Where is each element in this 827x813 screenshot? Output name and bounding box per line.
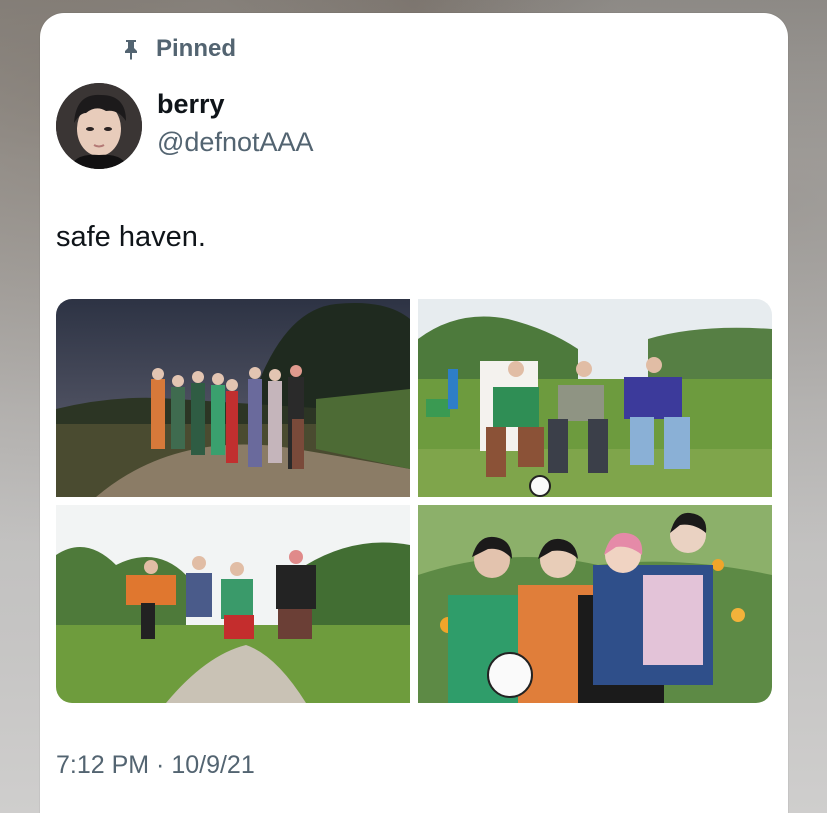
tweet-photo-4[interactable] — [418, 505, 772, 703]
pin-icon — [120, 38, 142, 60]
media-grid — [56, 299, 772, 703]
author-handle[interactable]: @defnotAAA — [157, 127, 314, 158]
tweet-timestamp[interactable]: 7:12 PM · 10/9/21 — [56, 751, 255, 780]
avatar[interactable] — [56, 83, 142, 169]
tweet-card[interactable]: Pinned berry @defnotAAA safe haven. 7:12… — [40, 13, 788, 813]
tweet-photo-1[interactable] — [56, 299, 410, 497]
tweet-photo-3[interactable] — [56, 505, 410, 703]
author-display-name[interactable]: berry — [157, 89, 225, 120]
tweet-text: safe haven. — [56, 221, 206, 253]
pinned-label: Pinned — [156, 35, 237, 62]
tweet-photo-2[interactable] — [418, 299, 772, 497]
pinned-indicator: Pinned — [120, 35, 236, 63]
